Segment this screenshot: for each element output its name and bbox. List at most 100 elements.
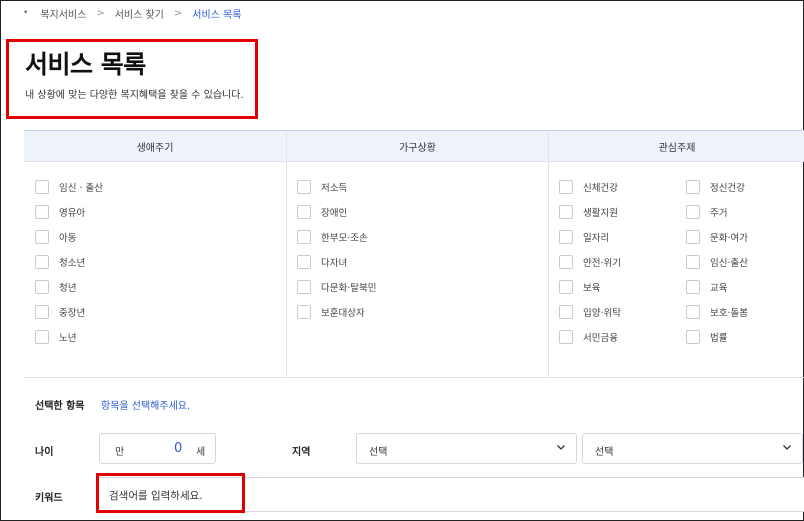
age-value[interactable]: 0 [174,441,182,456]
checkbox[interactable] [686,305,700,319]
breadcrumb-bullet: • [23,8,29,18]
check-youth[interactable]: 청년 [35,280,76,294]
checkbox[interactable] [686,180,700,194]
check-jobs[interactable]: 일자리 [559,230,609,244]
checkbox[interactable] [297,255,311,269]
checkbox[interactable] [686,280,700,294]
checkbox[interactable] [297,280,311,294]
breadcrumb-item-welfare[interactable]: 복지서비스 [40,6,86,21]
check-physical-health[interactable]: 신체건강 [559,180,618,194]
check-label: 법률 [710,333,728,344]
checkbox[interactable] [297,205,311,219]
check-label: 노년 [59,333,77,344]
check-label: 일자리 [583,233,610,244]
check-adoption[interactable]: 입양·위탁 [559,305,621,319]
check-middle-age[interactable]: 중장년 [35,305,85,319]
checkbox[interactable] [297,230,311,244]
breadcrumb-item-current[interactable]: 서비스 목록 [192,6,241,21]
checkbox[interactable] [297,305,311,319]
check-teen[interactable]: 청소년 [35,255,85,269]
checkbox[interactable] [35,180,49,194]
checkbox[interactable] [686,255,700,269]
check-single-parent[interactable]: 한부모·조손 [297,230,368,244]
check-veteran[interactable]: 보훈대상자 [297,305,365,319]
interest-header: 관심주제 [549,131,804,162]
checkbox[interactable] [35,305,49,319]
check-label: 생활지원 [583,208,618,219]
check-label: 신체건강 [583,183,618,194]
selected-label: 선택한 항목 [35,401,85,412]
select-value: 선택 [595,447,614,458]
checkbox[interactable] [559,330,573,344]
check-multi-child[interactable]: 다자녀 [297,255,347,269]
check-legal[interactable]: 법률 [686,330,727,344]
check-childcare[interactable]: 보육 [559,280,600,294]
check-mental-health[interactable]: 정신건강 [686,180,745,194]
checkbox[interactable] [35,280,49,294]
household-column: 가구상황 저소득 장애인 한부모·조손 다자녀 다문화·탈북민 보훈대상자 [287,131,549,378]
checkbox[interactable] [35,330,49,344]
checkbox[interactable] [686,205,700,219]
check-living-support[interactable]: 생활지원 [559,205,618,219]
check-label: 청소년 [59,258,86,269]
checkbox[interactable] [35,255,49,269]
check-label: 안전·위기 [583,258,621,269]
keyword-label: 키워드 [35,493,63,504]
check-label: 서민금융 [583,333,618,344]
check-label: 아동 [59,233,77,244]
check-infant[interactable]: 영유아 [35,205,85,219]
check-low-income[interactable]: 저소득 [297,180,347,194]
select-value: 선택 [369,447,388,458]
region-label: 지역 [292,447,311,458]
check-label: 정신건강 [710,183,745,194]
breadcrumb: • 복지서비스 > 서비스 찾기 > 서비스 목록 [23,6,241,21]
check-education[interactable]: 교육 [686,280,727,294]
check-housing[interactable]: 주거 [686,205,727,219]
checkbox[interactable] [559,205,573,219]
check-label: 다문화·탈북민 [321,283,377,294]
check-pregnancy-interest[interactable]: 임신·출산 [686,255,748,269]
check-label: 보호·돌봄 [710,308,748,319]
check-label: 청년 [59,283,77,294]
check-label: 중장년 [59,308,86,319]
checkbox[interactable] [297,180,311,194]
age-input[interactable]: 만 0 세 [99,433,216,464]
check-culture[interactable]: 문화·여가 [686,230,748,244]
page-subtitle: 내 상황에 맞는 다양한 복지혜택을 찾을 수 있습니다. [25,90,244,101]
check-label: 임신·출산 [710,258,748,269]
check-pregnancy[interactable]: 임신 · 출산 [35,180,103,194]
checkbox[interactable] [686,330,700,344]
checkbox[interactable] [559,305,573,319]
chevron-down-icon [783,445,791,450]
checkbox[interactable] [559,255,573,269]
checkbox[interactable] [559,280,573,294]
check-label: 문화·여가 [710,233,748,244]
breadcrumb-separator: > [173,7,183,19]
age-prefix: 만 [115,447,125,458]
check-finance[interactable]: 서민금융 [559,330,618,344]
check-multicultural[interactable]: 다문화·탈북민 [297,280,376,294]
checkbox[interactable] [35,205,49,219]
check-safety[interactable]: 안전·위기 [559,255,621,269]
check-disabled[interactable]: 장애인 [297,205,347,219]
breadcrumb-item-find[interactable]: 서비스 찾기 [115,6,164,21]
check-senior[interactable]: 노년 [35,330,76,344]
check-label: 한부모·조손 [321,233,368,244]
breadcrumb-separator: > [96,7,105,19]
age-unit: 세 [196,447,206,458]
checkbox[interactable] [559,230,573,244]
checkbox[interactable] [686,230,700,244]
check-label: 저소득 [321,183,348,194]
check-care[interactable]: 보호·돌봄 [686,305,748,319]
keyword-highlight-box [96,473,245,513]
chevron-down-icon [557,445,565,450]
region-select-city[interactable]: 선택 [582,433,803,464]
checkbox[interactable] [559,180,573,194]
lifecycle-header: 생애주기 [24,131,286,162]
check-label: 보육 [583,283,601,294]
check-child[interactable]: 아동 [35,230,76,244]
check-label: 입양·위탁 [583,308,621,319]
region-select-province[interactable]: 선택 [356,433,577,464]
checkbox[interactable] [35,230,49,244]
check-label: 교육 [710,283,728,294]
